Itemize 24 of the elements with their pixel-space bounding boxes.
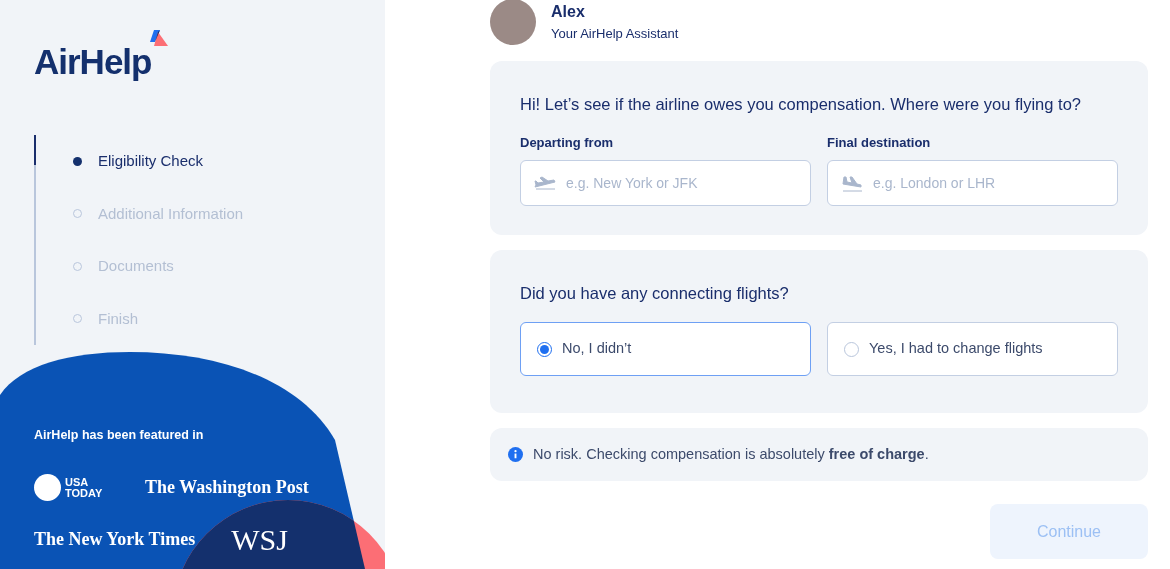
info-icon [508,447,523,462]
radio-option[interactable]: Yes, I had to change flights [827,322,1118,376]
question-text: Hi! Let’s see if the airline owes you compensation. Where were you flying to? [520,94,1082,115]
assistant-role: Your AirHelp Assistant [551,25,679,44]
field-label: Final destination [827,133,932,152]
step-item[interactable]: Finish [36,292,385,345]
newspaper-logo: WSJ [231,523,288,556]
featured-caption: AirHelp has been featured in [34,427,204,444]
assistant-name: Alex [551,2,586,23]
usa-today-logo: USA TODAY [34,474,109,501]
input-field[interactable]: e.g. New York or JFK [520,160,811,207]
newspaper-logo: The New York Times [34,527,196,551]
radio-option[interactable]: No, I didn’t [520,322,811,376]
step-item[interactable]: Eligibility Check [36,135,385,188]
avatar [490,0,536,45]
notice-text: No risk. Checking compensation is absolutely free of charge. [533,444,929,464]
field-label: Departing from [520,133,615,152]
question-text: Did you have any connecting flights? [520,283,790,305]
logo: AirHelp [34,44,152,79]
newspaper-logo: The Washington Post [145,475,309,499]
step-item[interactable]: Additional Information [36,187,385,240]
logo-icon [149,28,170,48]
input-field[interactable]: e.g. London or LHR [827,160,1118,207]
step-item[interactable]: Documents [36,240,385,293]
